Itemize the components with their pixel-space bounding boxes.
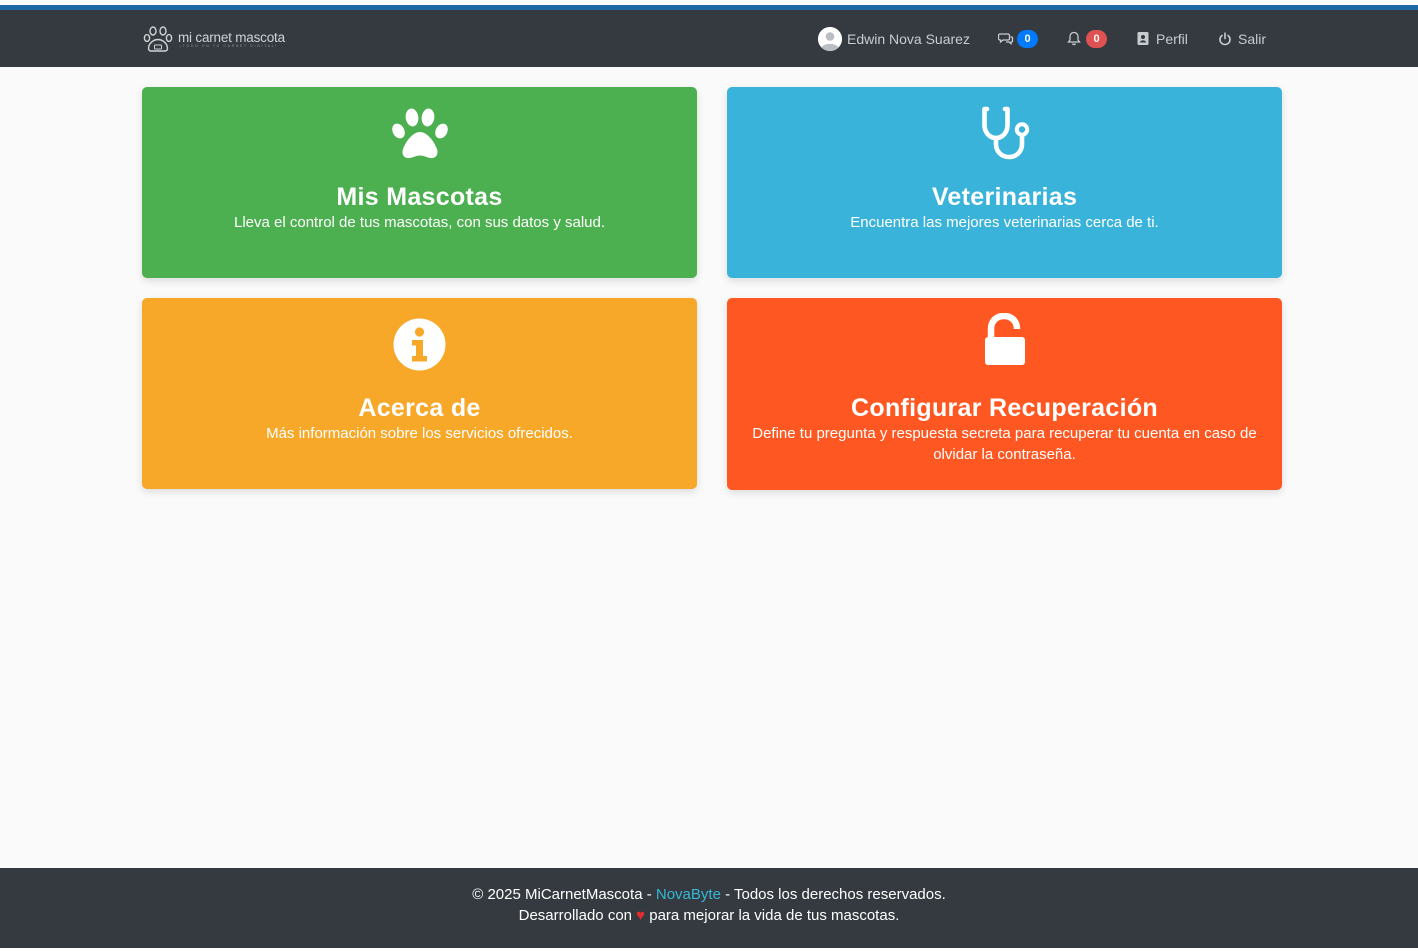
card-description: Encuentra las mejores veterinarias cerca…	[850, 214, 1159, 231]
card-description: Lleva el control de tus mascotas, con su…	[233, 214, 606, 231]
card-mis-mascotas[interactable]: Mis Mascotas Lleva el control de tus mas…	[142, 87, 697, 278]
card-description: Más información sobre los servicios ofre…	[266, 425, 573, 442]
user-menu[interactable]: Edwin Nova Suarez	[818, 10, 970, 67]
address-book-icon	[1136, 31, 1150, 46]
info-circle-icon	[393, 318, 446, 371]
heart-icon: ♥	[636, 907, 646, 924]
messages-link[interactable]: 0	[998, 10, 1038, 67]
footer-tagline-line: Desarrollado con ♥ para mejorar la vida …	[0, 905, 1418, 926]
card-title: Configurar Recuperación	[851, 394, 1158, 422]
card-title: Acerca de	[358, 394, 481, 422]
comments-icon	[998, 32, 1014, 46]
footer-copyright-suffix: - Todos los derechos reservados.	[720, 886, 946, 903]
bell-icon	[1067, 31, 1081, 46]
card-veterinarias[interactable]: Veterinarias Encuentra las mejores veter…	[727, 87, 1282, 278]
stethoscope-icon	[981, 106, 1029, 160]
footer-copyright-prefix: © 2025 MiCarnetMascota -	[472, 886, 656, 903]
unlock-icon	[984, 313, 1025, 365]
footer: © 2025 MiCarnetMascota - NovaByte - Todo…	[0, 868, 1418, 948]
avatar	[818, 26, 842, 51]
card-acerca-de[interactable]: Acerca de Más información sobre los serv…	[142, 298, 697, 489]
footer-tagline-prefix: Desarrollado con	[518, 907, 637, 924]
notifications-count-badge: 0	[1086, 29, 1107, 48]
logout-label: Salir	[1238, 30, 1267, 47]
profile-label: Perfil	[1156, 30, 1188, 47]
footer-copyright-line: © 2025 MiCarnetMascota - NovaByte - Todo…	[0, 884, 1418, 905]
messages-count-badge: 0	[1017, 29, 1038, 48]
footer-tagline-suffix: para mejorar la vida de tus mascotas.	[645, 907, 900, 924]
user-name: Edwin Nova Suarez	[847, 30, 970, 47]
card-title: Veterinarias	[931, 183, 1078, 211]
user-avatar-icon	[818, 26, 842, 51]
notifications-link[interactable]: 0	[1067, 10, 1107, 67]
card-configurar-recuperacion[interactable]: Configurar Recuperación Define tu pregun…	[727, 298, 1282, 490]
brand-title: mi carnet mascota	[178, 29, 285, 45]
navbar: mi carnet mascota ¡TODO EN TU CARNET DIG…	[0, 10, 1418, 67]
paw-logo-icon	[143, 26, 173, 52]
brand-subtitle: ¡TODO EN TU CARNET DIGITAL!	[180, 44, 278, 49]
card-description: Define tu pregunta y respuesta secreta p…	[752, 425, 1257, 463]
card-title: Mis Mascotas	[336, 183, 503, 211]
profile-link[interactable]: Perfil	[1136, 10, 1188, 67]
paw-icon	[391, 108, 448, 159]
logout-link[interactable]: Salir	[1218, 10, 1266, 67]
power-icon	[1218, 31, 1232, 46]
brand-logo[interactable]: mi carnet mascota ¡TODO EN TU CARNET DIG…	[143, 24, 285, 56]
footer-novabyte-link[interactable]: NovaByte	[656, 886, 721, 903]
